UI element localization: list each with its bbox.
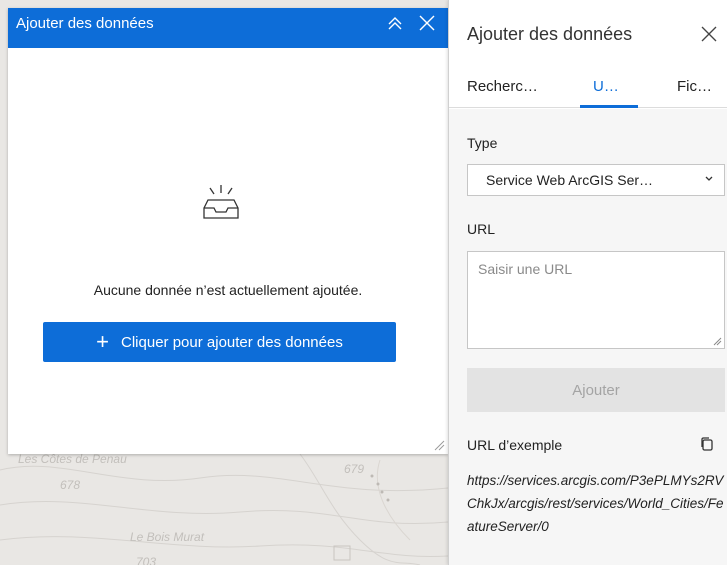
textarea-resize-icon[interactable] xyxy=(712,336,722,346)
type-select-value: Service Web ArcGIS Ser… xyxy=(486,172,654,188)
close-icon[interactable] xyxy=(416,12,438,34)
close-icon[interactable] xyxy=(699,24,719,44)
tab-bar: Recherc… U… Fic… xyxy=(449,68,727,108)
url-textarea[interactable]: Saisir une URL xyxy=(467,251,725,349)
empty-tray-icon xyxy=(203,185,239,219)
type-label: Type xyxy=(467,135,498,151)
map-label: Le Bois Murat xyxy=(130,530,205,544)
copy-icon[interactable] xyxy=(700,437,714,451)
url-placeholder: Saisir une URL xyxy=(478,261,573,277)
map-label: 678 xyxy=(60,478,81,492)
empty-message: Aucune donnée n’est actuellement ajoutée… xyxy=(93,282,363,298)
add-data-side-panel: Ajouter des données Recherc… U… Fic… Typ… xyxy=(448,0,727,565)
url-tab-content: Type Service Web ArcGIS Ser… URL Saisir … xyxy=(449,109,727,565)
tab-url[interactable]: U… xyxy=(593,78,619,95)
double-chevron-up-icon[interactable] xyxy=(384,12,406,34)
example-url-label: URL d’exemple xyxy=(467,437,563,453)
ajouter-button[interactable]: Ajouter xyxy=(467,368,725,412)
add-data-widget-panel: Ajouter des données Aucune donnée n’est … xyxy=(8,8,448,454)
widget-header: Ajouter des données xyxy=(8,8,448,48)
url-label: URL xyxy=(467,221,496,237)
widget-body: Aucune donnée n’est actuellement ajoutée… xyxy=(8,48,448,454)
type-select[interactable]: Service Web ArcGIS Ser… xyxy=(467,164,725,196)
plus-icon: + xyxy=(96,329,110,354)
add-data-button[interactable]: + Cliquer pour ajouter des données xyxy=(43,322,396,362)
widget-title: Ajouter des données xyxy=(16,14,154,32)
active-tab-indicator xyxy=(580,105,638,108)
tab-file[interactable]: Fic… xyxy=(677,78,712,95)
resize-handle-icon[interactable] xyxy=(433,439,445,451)
add-data-button-label: Cliquer pour ajouter des données xyxy=(121,333,343,351)
map-label: 703 xyxy=(136,555,157,565)
tab-search[interactable]: Recherc… xyxy=(467,78,538,95)
map-label: 679 xyxy=(344,462,365,476)
example-url: https://services.arcgis.com/P3ePLMYs2RVC… xyxy=(467,473,724,534)
panel-title: Ajouter des données xyxy=(467,24,633,44)
map-label: Les Côtes de Penau xyxy=(18,452,127,466)
chevron-down-icon xyxy=(704,173,714,187)
